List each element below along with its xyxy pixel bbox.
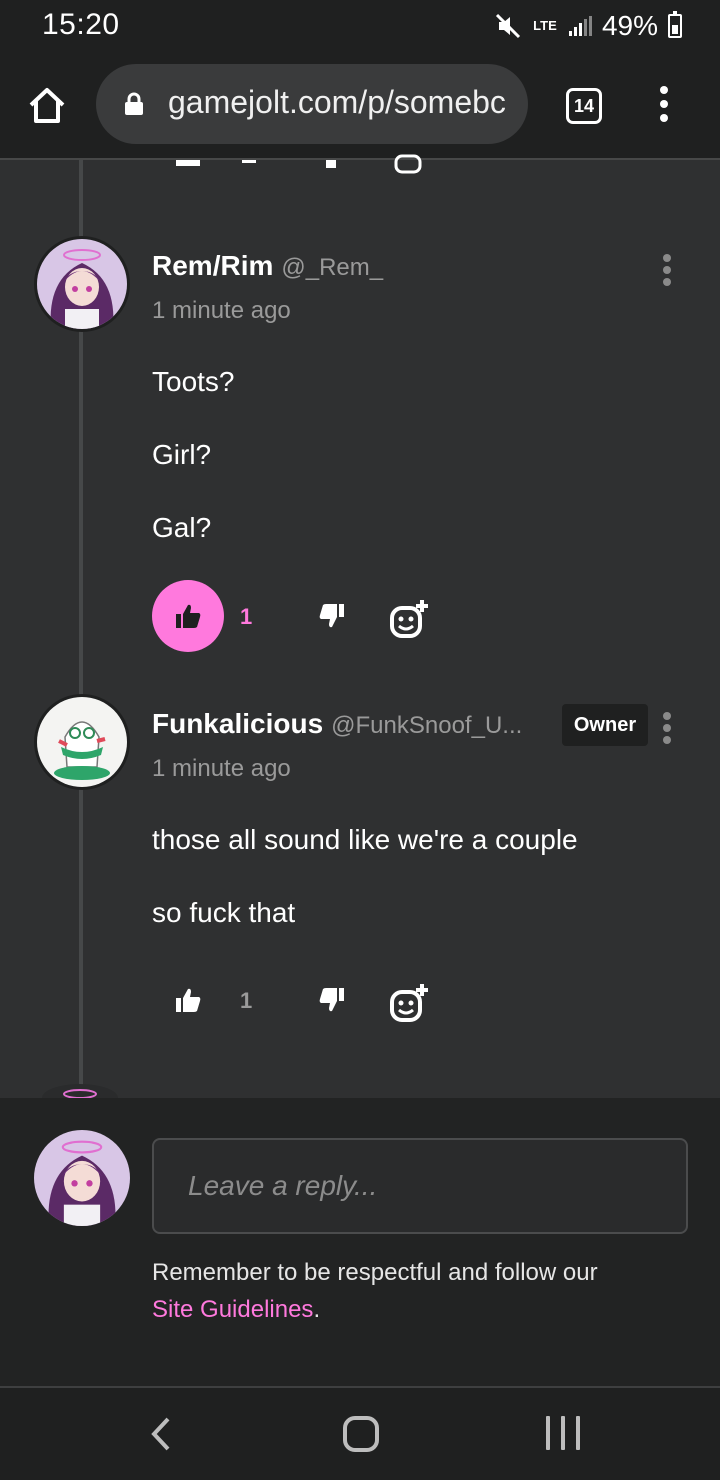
comment-time[interactable]: 1 minute ago (152, 755, 291, 783)
dislike-button[interactable] (304, 588, 360, 644)
author-name[interactable]: Funkalicious (152, 708, 323, 739)
lock-icon (125, 92, 143, 115)
status-icons: LTE 49% (495, 8, 682, 44)
battery-percent: 49% (601, 10, 658, 41)
comment-line: Toots? (152, 366, 235, 397)
like-button[interactable] (152, 964, 224, 1036)
next-comment-avatar (42, 1084, 118, 1098)
address-bar[interactable]: gamejolt.com/p/somebc (96, 64, 528, 144)
app-screen: 15:20 LTE 49% gamejolt.com/p/somebc 14 R… (0, 0, 720, 1480)
status-bar: 15:20 LTE 49% (0, 0, 720, 52)
back-icon[interactable] (148, 1416, 174, 1452)
comment-time[interactable]: 1 minute ago (152, 297, 291, 325)
like-count: 1 (240, 988, 253, 1013)
home-button-icon[interactable] (343, 1416, 379, 1452)
comment-line: Gal? (152, 512, 212, 543)
comment-author[interactable]: Rem/Rim @_Rem_ (152, 250, 383, 282)
mute-icon (495, 13, 521, 39)
lte-icon: LTE (533, 18, 557, 33)
guidelines-text: Remember to be respectful and follow our (152, 1259, 598, 1286)
recent-apps-icon[interactable] (546, 1416, 580, 1452)
thumbs-up-icon (176, 988, 201, 1012)
owner-badge: Owner (562, 704, 648, 746)
comment-line: so fuck that (152, 897, 296, 928)
url-text: gamejolt.com/p/somebc (168, 84, 506, 120)
signal-icon (568, 16, 592, 36)
previous-comment-actions (170, 150, 470, 174)
thumbs-up-icon (176, 604, 201, 628)
more-vert-icon[interactable] (652, 86, 676, 126)
add-reaction-icon[interactable] (386, 596, 434, 644)
thumbs-down-icon (319, 988, 344, 1012)
author-handle[interactable]: @FunkSnoof_U... (331, 712, 522, 739)
home-icon[interactable] (26, 84, 68, 126)
system-nav-bar (0, 1386, 720, 1480)
avatar (34, 1130, 130, 1226)
guidelines-note: Remember to be respectful and follow our… (152, 1254, 692, 1328)
dislike-button[interactable] (304, 972, 360, 1028)
guidelines-period: . (313, 1296, 321, 1323)
status-time: 15:20 (42, 8, 120, 41)
site-guidelines-link[interactable]: Site Guidelines (152, 1296, 313, 1323)
battery-icon (668, 11, 682, 38)
comment-more-icon[interactable] (661, 254, 673, 288)
reply-input[interactable] (152, 1138, 688, 1234)
avatar[interactable] (34, 236, 130, 332)
comment-more-icon[interactable] (661, 712, 673, 746)
comment-line: those all sound like we're a couple (152, 824, 578, 855)
like-count: 1 (240, 604, 253, 629)
like-button[interactable] (152, 580, 224, 652)
author-name[interactable]: Rem/Rim (152, 250, 273, 281)
avatar[interactable] (34, 694, 130, 790)
comment-author[interactable]: Funkalicious @FunkSnoof_U... (152, 708, 522, 740)
author-handle[interactable]: @_Rem_ (281, 254, 383, 281)
browser-toolbar: gamejolt.com/p/somebc 14 (0, 52, 720, 160)
thumbs-down-icon (319, 604, 344, 628)
tabs-icon[interactable]: 14 (566, 88, 602, 124)
comment-line: Girl? (152, 439, 212, 470)
add-reaction-icon[interactable] (386, 980, 434, 1028)
reply-composer: Remember to be respectful and follow our… (0, 1098, 720, 1386)
